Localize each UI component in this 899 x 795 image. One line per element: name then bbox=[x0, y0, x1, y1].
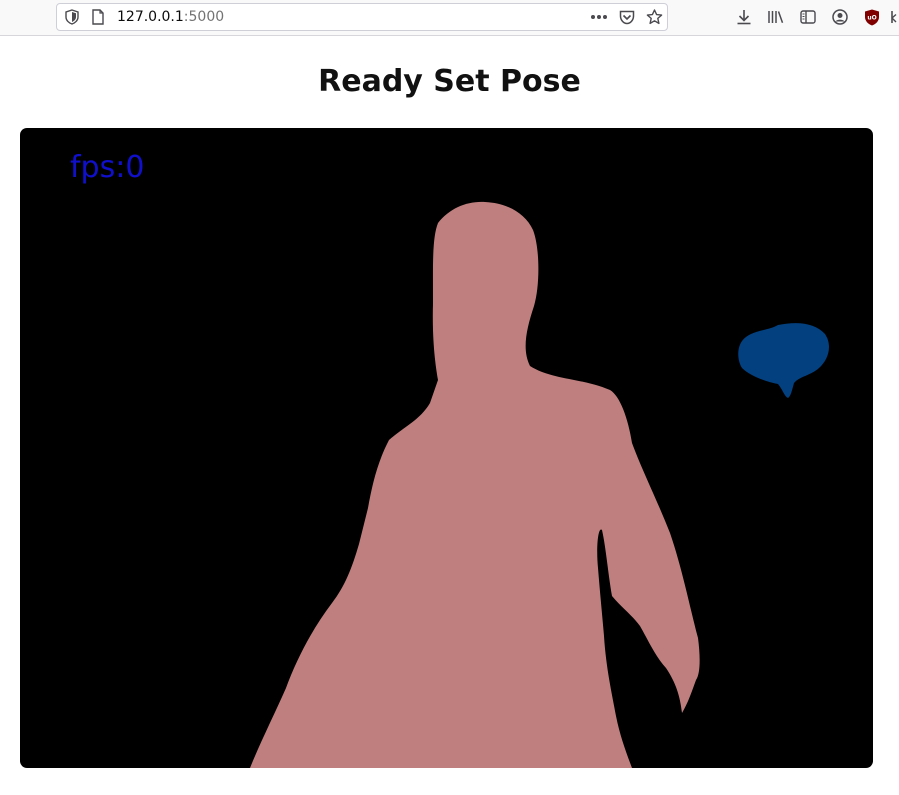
library-icon[interactable] bbox=[765, 6, 787, 28]
fps-counter: fps:0 bbox=[70, 150, 145, 185]
segmentation-canvas: fps:0 bbox=[20, 128, 873, 768]
browser-toolbar: 127.0.0.1:5000 uO bbox=[0, 0, 899, 36]
url-port: :5000 bbox=[183, 9, 225, 25]
page-title: Ready Set Pose bbox=[318, 64, 581, 99]
person-segmentation-mask bbox=[250, 201, 700, 768]
url-host: 127.0.0.1 bbox=[117, 9, 184, 25]
sidebar-icon[interactable] bbox=[797, 6, 819, 28]
pocket-icon[interactable] bbox=[615, 4, 639, 30]
page-actions-more-icon[interactable] bbox=[587, 4, 611, 30]
object-segmentation-mask bbox=[738, 323, 830, 398]
segmentation-mask-layer bbox=[250, 201, 830, 768]
tracking-protection-shield-icon[interactable] bbox=[64, 4, 80, 30]
ublock-origin-icon[interactable]: uO bbox=[861, 6, 883, 28]
url-bar[interactable]: 127.0.0.1:5000 bbox=[56, 3, 668, 31]
account-icon[interactable] bbox=[829, 6, 851, 28]
url-text[interactable]: 127.0.0.1:5000 bbox=[117, 4, 224, 30]
overflow-icon[interactable] bbox=[890, 6, 899, 28]
downloads-icon[interactable] bbox=[733, 6, 755, 28]
svg-text:uO: uO bbox=[867, 14, 876, 21]
page-info-icon[interactable] bbox=[90, 4, 106, 30]
bookmark-star-icon[interactable] bbox=[642, 4, 666, 30]
